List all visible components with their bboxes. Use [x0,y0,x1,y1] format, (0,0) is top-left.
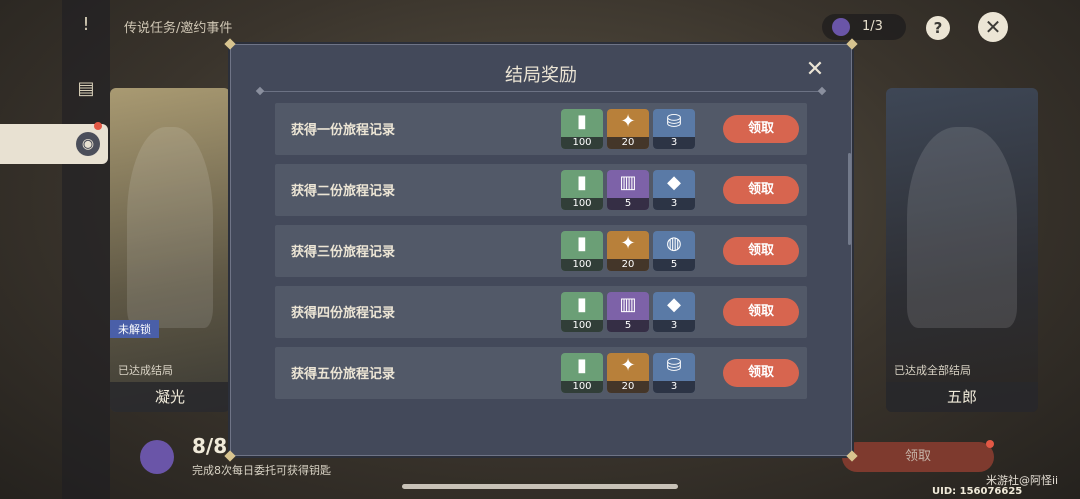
item-quantity: 100 [561,381,603,393]
key-pager: 1/3 [822,14,906,40]
reward-item[interactable]: ▮ 100 [561,353,603,393]
character-portrait [126,126,214,328]
enhancement-ore-icon: ⛁ [666,111,682,132]
left-sidebar: ! ▤ [62,0,110,499]
pager-text: 1/3 [862,19,883,34]
item-quantity: 3 [653,198,695,210]
primogem-icon: ✦ [620,233,636,254]
corner-ornament [223,37,237,51]
ending-rewards-modal: 结局奖励 ✕ 获得一份旅程记录 ▮ 100 ✦ 20 ⛁ 3 领取 获得二份旅程记录 ▮ 100 ▥ 5… [230,44,852,456]
breadcrumb: 传说任务/邀约事件 [124,21,233,36]
corner-ornament [845,37,859,51]
uid-label: UID: 156076625 [932,486,1023,497]
item-quantity: 5 [607,320,649,332]
card-status: 已达成全部结局 [894,364,971,377]
crystal-chunk-icon: ◆ [667,172,681,193]
claim-button[interactable]: 领取 [723,237,799,265]
reward-row: 获得一份旅程记录 ▮ 100 ✦ 20 ⛁ 3 领取 [275,103,807,155]
claim-button[interactable]: 领取 [723,298,799,326]
reward-item[interactable]: ▮ 100 [561,292,603,332]
item-quantity: 100 [561,198,603,210]
item-quantity: 20 [607,259,649,271]
side-quest-icon[interactable]: ! [72,10,100,38]
key-icon [140,440,174,474]
item-quantity: 100 [561,259,603,271]
reward-row: 获得四份旅程记录 ▮ 100 ▥ 5 ◆ 3 领取 [275,286,807,338]
reward-item[interactable]: ✦ 20 [607,109,649,149]
close-page-button[interactable]: ✕ [978,12,1008,42]
reward-item[interactable]: ⛁ 3 [653,353,695,393]
reward-row-label: 获得三份旅程记录 [291,245,396,260]
talent-book-icon: ▥ [619,172,637,193]
title-divider [257,91,825,92]
modal-title: 结局奖励 [505,65,577,86]
reward-item[interactable]: ▮ 100 [561,170,603,210]
corner-ornament [845,449,859,463]
reward-row: 获得二份旅程记录 ▮ 100 ▥ 5 ◆ 3 领取 [275,164,807,216]
reward-item[interactable]: ▥ 5 [607,170,649,210]
reward-row-label: 获得一份旅程记录 [291,123,396,138]
side-tab-invitation[interactable]: ◉ [0,122,108,164]
bottom-claim-button[interactable]: 领取 [842,440,994,472]
item-quantity: 3 [653,137,695,149]
food-dish-icon: ◍ [666,233,682,254]
corner-ornament [223,449,237,463]
notification-dot [94,122,102,130]
key-icon [832,18,850,36]
side-journal-icon[interactable]: ▤ [72,74,100,102]
close-icon[interactable]: ✕ [803,59,827,83]
card-status: 已达成结局 [118,364,173,377]
reward-row-label: 获得五份旅程记录 [291,367,396,382]
reward-item[interactable]: ✦ 20 [607,353,649,393]
reward-item[interactable]: ◍ 5 [653,231,695,271]
item-quantity: 100 [561,137,603,149]
item-quantity: 100 [561,320,603,332]
help-button[interactable]: ? [926,16,950,40]
reward-item[interactable]: ▥ 5 [607,292,649,332]
reward-row-label: 获得二份旅程记录 [291,184,396,199]
card-name: 凝光 [110,382,230,412]
item-quantity: 3 [653,320,695,332]
scrollbar[interactable] [848,153,851,245]
item-quantity: 3 [653,381,695,393]
notification-dot [986,440,994,448]
reward-item[interactable]: ◆ 3 [653,170,695,210]
reward-item[interactable]: ✦ 20 [607,231,649,271]
item-quantity: 20 [607,381,649,393]
crystal-chunk-icon: ◆ [667,294,681,315]
enhancement-ore-icon: ⛁ [666,355,682,376]
talent-book-icon: ▥ [619,294,637,315]
item-quantity: 5 [653,259,695,271]
item-quantity: 5 [607,198,649,210]
claim-button[interactable]: 领取 [723,359,799,387]
adventure-exp-icon: ▮ [577,111,587,132]
adventure-exp-icon: ▮ [577,233,587,254]
adventure-exp-icon: ▮ [577,172,587,193]
primogem-icon: ✦ [620,111,636,132]
reward-item[interactable]: ▮ 100 [561,231,603,271]
claim-button[interactable]: 领取 [723,176,799,204]
adventure-exp-icon: ▮ [577,355,587,376]
reward-item[interactable]: ⛁ 3 [653,109,695,149]
character-card-ningguang[interactable]: 未解锁 已达成结局 凝光 [110,88,230,412]
bottom-claim-label: 领取 [904,449,931,464]
key-hint: 完成8次每日委托可获得钥匙 [192,464,331,477]
reward-item[interactable]: ◆ 3 [653,292,695,332]
claim-button[interactable]: 领取 [723,115,799,143]
reward-row: 获得三份旅程记录 ▮ 100 ✦ 20 ◍ 5 领取 [275,225,807,277]
locked-tag: 未解锁 [110,320,159,338]
key-count: 8/8 [192,434,228,458]
reward-row: 获得五份旅程记录 ▮ 100 ✦ 20 ⛁ 3 领取 [275,347,807,399]
character-portrait [907,126,1017,328]
item-quantity: 20 [607,137,649,149]
reward-row-label: 获得四份旅程记录 [291,306,396,321]
card-name: 五郎 [886,382,1038,412]
home-indicator[interactable] [402,484,678,489]
character-card-gorou[interactable]: 已达成全部结局 五郎 [886,88,1038,412]
reward-item[interactable]: ▮ 100 [561,109,603,149]
adventure-exp-icon: ▮ [577,294,587,315]
eye-icon: ◉ [76,132,100,156]
primogem-icon: ✦ [620,355,636,376]
